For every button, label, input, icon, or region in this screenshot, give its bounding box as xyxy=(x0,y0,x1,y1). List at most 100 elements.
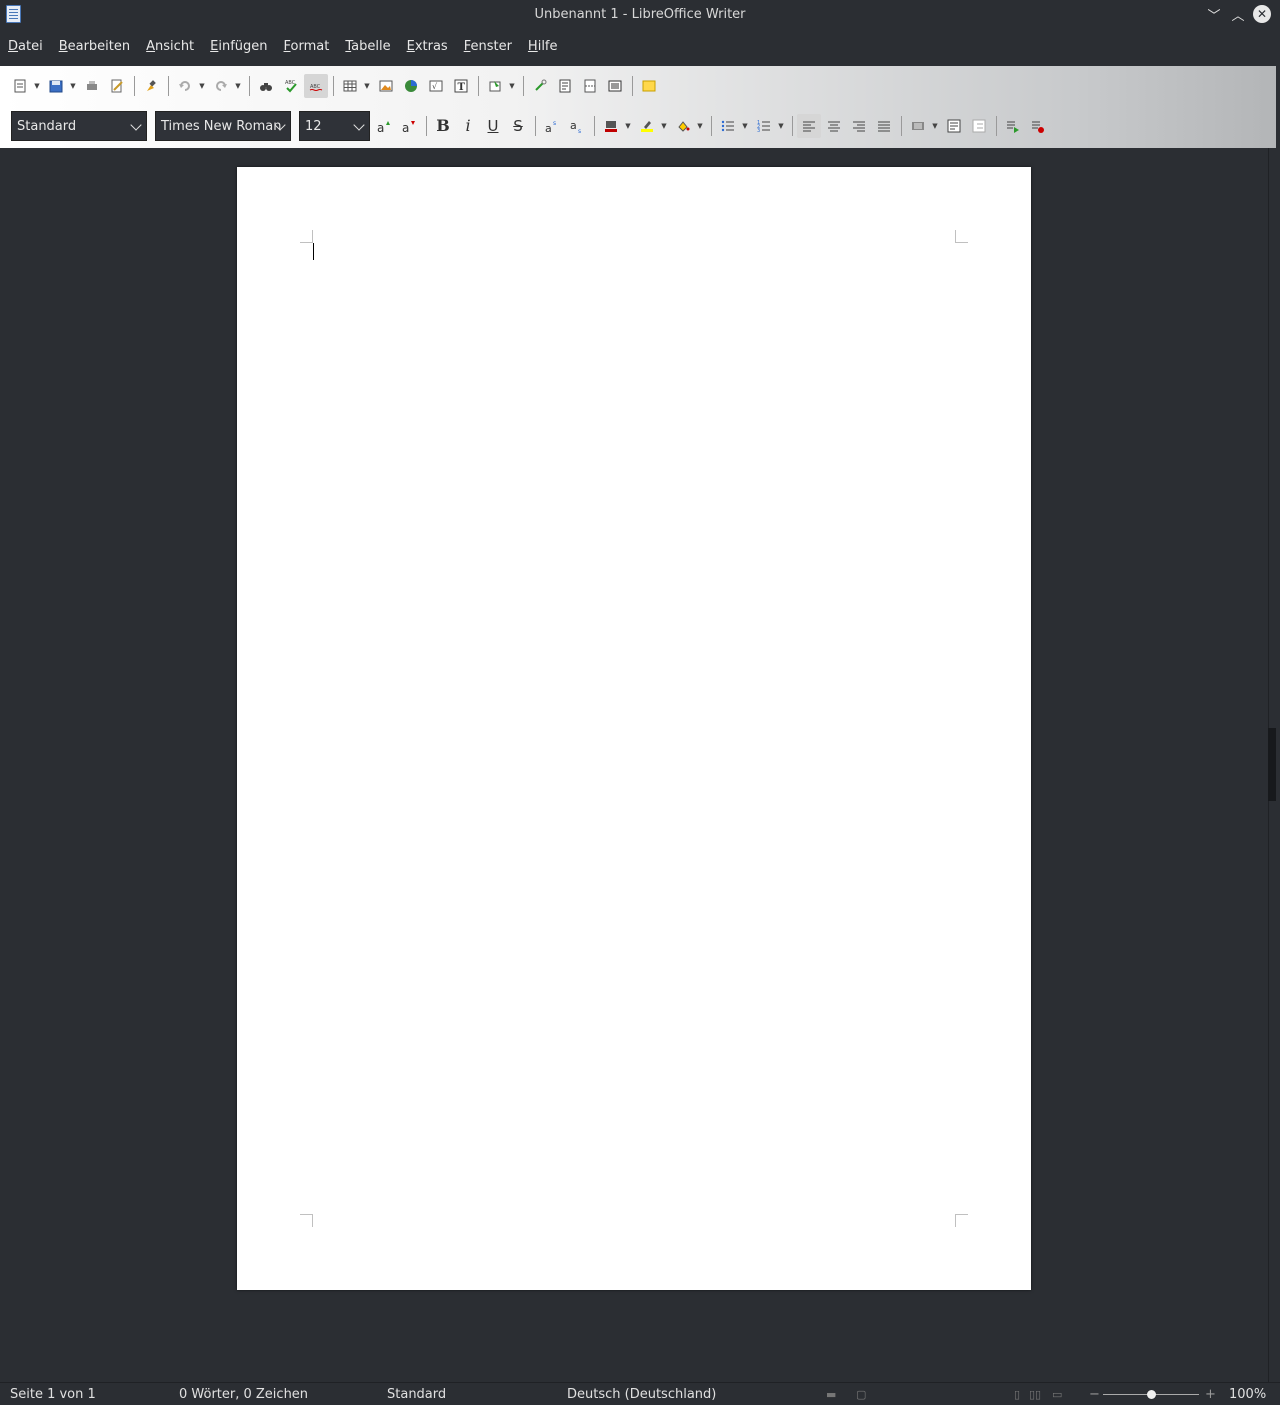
superscript-button[interactable]: as xyxy=(540,114,564,138)
language-indicator[interactable]: Deutsch (Deutschland) xyxy=(567,1387,716,1402)
new-document-dropdown[interactable]: ▼ xyxy=(33,74,41,98)
italic-button[interactable]: i xyxy=(456,114,480,138)
edit-mode-button[interactable] xyxy=(105,74,129,98)
undo-icon xyxy=(179,81,190,91)
highlight-color-dropdown[interactable]: ▼ xyxy=(660,114,668,138)
menu-format[interactable]: Format xyxy=(284,39,330,54)
save-dropdown[interactable]: ▼ xyxy=(69,74,77,98)
highlight-color-button[interactable] xyxy=(635,114,659,138)
paragraph-format-button[interactable] xyxy=(942,114,966,138)
zoom-out-icon[interactable]: − xyxy=(1089,1387,1100,1402)
print-button[interactable] xyxy=(80,74,104,98)
save-button[interactable] xyxy=(44,74,68,98)
document-page[interactable] xyxy=(237,167,1031,1290)
single-page-view-icon[interactable]: ▯ xyxy=(1014,1388,1020,1401)
insert-chart-button[interactable] xyxy=(399,74,423,98)
align-right-button[interactable] xyxy=(847,114,871,138)
auto-spellcheck-button[interactable]: ABC xyxy=(304,74,328,98)
numbered-list-button[interactable]: 123 xyxy=(752,114,776,138)
footnote-button[interactable] xyxy=(553,74,577,98)
maximize-icon[interactable]: ︿ xyxy=(1228,4,1248,24)
zoom-slider-handle[interactable] xyxy=(1147,1390,1156,1399)
close-icon[interactable]: ✕ xyxy=(1253,5,1271,23)
line-spacing-button[interactable] xyxy=(906,114,930,138)
redo-button[interactable] xyxy=(209,74,233,98)
clone-formatting-button[interactable] xyxy=(139,74,163,98)
justify-button[interactable] xyxy=(872,114,896,138)
menu-mnemonic: B xyxy=(58,38,68,54)
word-count[interactable]: 0 Wörter, 0 Zeichen xyxy=(179,1387,308,1402)
zoom-in-icon[interactable]: + xyxy=(1205,1387,1216,1402)
toolbar-separator xyxy=(996,116,997,136)
page-indicator[interactable]: Seite 1 von 1 xyxy=(10,1387,96,1402)
image-icon xyxy=(379,80,393,92)
bullet-list-dropdown[interactable]: ▼ xyxy=(741,114,749,138)
reject-changes-button[interactable] xyxy=(1026,114,1050,138)
formatting-marks-button[interactable] xyxy=(603,74,627,98)
bold-button[interactable]: B xyxy=(431,114,455,138)
character-background-dropdown[interactable]: ▼ xyxy=(696,114,704,138)
redo-dropdown[interactable]: ▼ xyxy=(234,74,242,98)
selection-mode-icon[interactable]: ▬ xyxy=(826,1388,836,1401)
font-color-dropdown[interactable]: ▼ xyxy=(624,114,632,138)
strikethrough-button[interactable]: S xyxy=(506,114,530,138)
insert-field-button[interactable] xyxy=(483,74,507,98)
page-break-button[interactable] xyxy=(578,74,602,98)
indent-button[interactable] xyxy=(967,114,991,138)
font-size-combo[interactable]: 12 xyxy=(299,111,370,141)
text-boundary-corner xyxy=(300,1214,313,1227)
insert-field-dropdown[interactable]: ▼ xyxy=(508,74,516,98)
hyperlink-icon xyxy=(535,79,547,91)
font-color-button[interactable] xyxy=(599,114,623,138)
toolbar-separator xyxy=(168,76,169,96)
find-replace-button[interactable] xyxy=(254,74,278,98)
insert-comment-button[interactable] xyxy=(637,74,661,98)
undo-button[interactable] xyxy=(173,74,197,98)
bullet-list-button[interactable] xyxy=(716,114,740,138)
insert-table-button[interactable] xyxy=(338,74,362,98)
grow-font-button[interactable]: a xyxy=(372,114,396,138)
insert-image-button[interactable] xyxy=(374,74,398,98)
numbered-list-dropdown[interactable]: ▼ xyxy=(777,114,785,138)
font-size-value: 12 xyxy=(305,118,322,134)
insert-table-dropdown[interactable]: ▼ xyxy=(363,74,371,98)
undo-dropdown[interactable]: ▼ xyxy=(198,74,206,98)
new-document-button[interactable] xyxy=(8,74,32,98)
chevron-down-icon[interactable] xyxy=(130,119,142,131)
align-center-button[interactable] xyxy=(822,114,846,138)
sidebar-toggle-handle[interactable] xyxy=(1268,728,1276,801)
underline-button[interactable]: U xyxy=(481,114,505,138)
spellcheck-button[interactable]: ABC xyxy=(279,74,303,98)
zoom-level[interactable]: 100% xyxy=(1229,1387,1266,1402)
shrink-font-button[interactable]: a xyxy=(397,114,421,138)
menu-datei[interactable]: Datei xyxy=(8,39,43,54)
hyperlink-button[interactable] xyxy=(528,74,552,98)
menu-bearbeiten[interactable]: Bearbeiten xyxy=(59,39,130,54)
menu-tabelle[interactable]: Tabelle xyxy=(345,39,390,54)
menu-extras[interactable]: Extras xyxy=(407,39,448,54)
track-changes-button[interactable] xyxy=(1001,114,1025,138)
menu-einf-gen[interactable]: Einfügen xyxy=(210,39,267,54)
insert-formula-button[interactable]: √ xyxy=(424,74,448,98)
subscript-button[interactable]: as xyxy=(565,114,589,138)
menu-fenster[interactable]: Fenster xyxy=(464,39,512,54)
character-background-button[interactable] xyxy=(671,114,695,138)
book-view-icon[interactable]: ▭ xyxy=(1052,1388,1062,1401)
menu-ansicht[interactable]: Ansicht xyxy=(146,39,194,54)
chevron-down-icon[interactable] xyxy=(353,119,365,131)
page-style-indicator[interactable]: Standard xyxy=(387,1387,446,1402)
title-bar: Unbenannt 1 - LibreOffice Writer ﹀ ︿ ✕ xyxy=(0,0,1280,28)
text-boundary-corner xyxy=(300,230,313,243)
menu-hilfe[interactable]: Hilfe xyxy=(528,39,558,54)
font-name-combo[interactable]: Times New Roman xyxy=(155,111,291,141)
font-name-value: Times New Roman xyxy=(161,118,282,134)
align-left-button[interactable] xyxy=(797,114,821,138)
paragraph-style-combo[interactable]: Standard xyxy=(11,111,147,141)
document-modified-icon[interactable]: ▢ xyxy=(856,1388,866,1401)
multi-page-view-icon[interactable]: ▯▯ xyxy=(1029,1388,1041,1401)
minimize-icon[interactable]: ﹀ xyxy=(1204,4,1224,24)
line-spacing-dropdown[interactable]: ▼ xyxy=(931,114,939,138)
writer-app-icon[interactable] xyxy=(6,5,21,23)
document-body-text[interactable] xyxy=(313,243,955,260)
insert-textbox-button[interactable]: T xyxy=(449,74,473,98)
